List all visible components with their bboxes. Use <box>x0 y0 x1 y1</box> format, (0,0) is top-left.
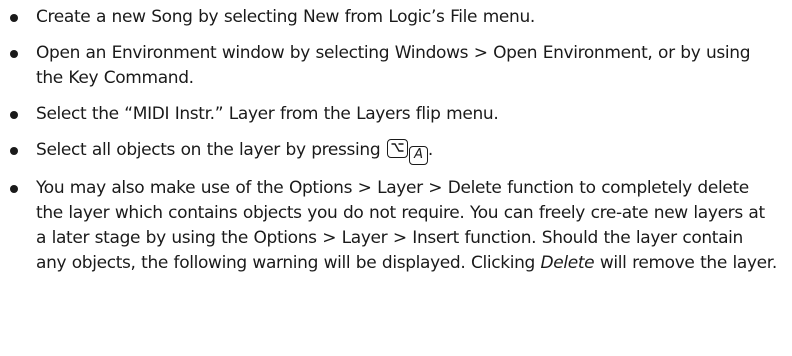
step-select-layer: Select the “MIDI Instr.” Layer from the … <box>36 104 499 124</box>
bullet-icon <box>10 147 18 155</box>
bullet-icon <box>10 14 18 22</box>
delete-emphasis: Delete <box>540 253 595 273</box>
instruction-list: Create a new Song by selecting New from … <box>0 5 792 276</box>
list-item: Select the “MIDI Instr.” Layer from the … <box>0 102 792 127</box>
option-key-icon <box>386 139 408 158</box>
list-item: You may also make use of the Options > L… <box>0 176 792 276</box>
bullet-icon <box>10 50 18 58</box>
step-create-song: Create a new Song by selecting New from … <box>36 7 535 27</box>
bullet-icon <box>10 111 18 119</box>
step-select-all: Select all objects on the layer by press… <box>36 140 381 160</box>
a-key: A <box>408 146 428 165</box>
list-item: Create a new Song by selecting New from … <box>0 5 792 30</box>
bullet-icon <box>10 185 18 193</box>
step-select-all-end: . <box>427 140 433 160</box>
list-item: Open an Environment window by selecting … <box>0 41 792 91</box>
list-item: Select all objects on the layer by press… <box>0 138 792 165</box>
step-open-environment: Open an Environment window by selecting … <box>36 43 751 88</box>
step-delete-layer-end: will remove the layer. <box>594 253 777 273</box>
document-page: Create a new Song by selecting New from … <box>0 5 792 356</box>
